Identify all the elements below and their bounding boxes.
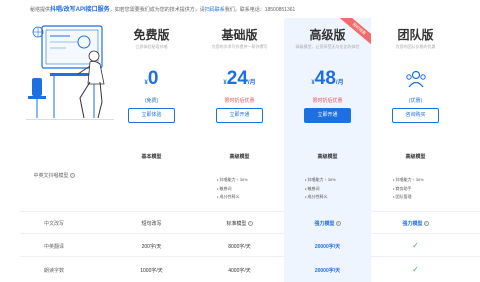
- feature-title: 高级模型: [317, 154, 338, 160]
- price-note: (优惠): [408, 98, 423, 104]
- plan-title: 免费版: [133, 28, 170, 42]
- feature-item: 团队管理: [393, 193, 424, 202]
- cell-value: 20000字/天: [314, 268, 341, 274]
- api-service-link[interactable]: 抖唱/改写API接口服务: [50, 7, 110, 13]
- top-info-bar: 秘塔提供抖唱/改写API接口服务，如若您需要我们成为您的技术提供方，请扫码联系我…: [30, 4, 295, 16]
- team-icon: [406, 70, 426, 88]
- subscribe-premium-button[interactable]: 立即开通: [304, 108, 351, 123]
- feature-item: 成分性释义: [217, 193, 248, 202]
- feature-item: 商务助手: [393, 185, 424, 194]
- cell-value: 强力模型?: [402, 221, 429, 227]
- check-icon: ✓: [412, 265, 419, 274]
- contact-link[interactable]: 扫码联系: [205, 7, 225, 13]
- topbar-pre: 秘塔提供: [30, 7, 51, 13]
- plan-subtitle: 为您的学术写作提供一帮你撰写: [211, 44, 268, 49]
- check-icon: ✓: [412, 241, 419, 250]
- feature-item: 抖唱能力 ↑ 30%: [305, 176, 336, 185]
- feature-item: 敏感词: [305, 185, 336, 194]
- row-label-read: 朗读字数: [43, 268, 64, 274]
- feature-item: 敏感词: [217, 185, 248, 194]
- plan-subtitle: 立即体验秘塔抖唱: [135, 44, 168, 49]
- help-icon[interactable]: ?: [335, 221, 341, 227]
- cell-value: 8000字/天: [228, 244, 251, 250]
- cell-value: 标准模型?: [226, 221, 253, 227]
- topbar-mid: ，如若您需要我们成为您的技术提供方，请: [109, 7, 205, 13]
- cell-value: 4000字/天: [228, 268, 251, 274]
- feature-item: 抖唱能力 ↑ 30%: [217, 176, 248, 185]
- office-illustration: [26, 25, 114, 120]
- help-icon[interactable]: ?: [247, 221, 253, 227]
- feature-list: 抖唱能力 ↑ 30% 商务助手 团队管理: [393, 176, 424, 202]
- subscribe-basic-button[interactable]: 立即开通: [216, 108, 263, 123]
- price-note: 限时折后优惠: [224, 98, 255, 104]
- cell-value: 20000字/天: [314, 244, 341, 250]
- price-note: 限时折后优惠: [312, 98, 343, 104]
- feature-list: 抖唱能力 ↑ 30% 敏感词 成分性释义: [305, 176, 336, 202]
- price-note: (免费): [144, 98, 159, 104]
- plan-price: ¥24/月: [223, 68, 256, 89]
- cell-value: 短句改写: [141, 221, 162, 227]
- try-now-button[interactable]: 立即体验: [128, 108, 175, 123]
- feature-title: 高级模型: [405, 154, 426, 160]
- contact-sales-button[interactable]: 咨询购买: [392, 108, 439, 123]
- feature-title: 高级模型: [229, 154, 250, 160]
- row-label-translate: 中英翻译: [43, 244, 64, 250]
- topbar-post: 我们。联系电话：18500851361: [224, 7, 296, 13]
- help-icon[interactable]: ?: [423, 221, 429, 227]
- plan-title: 基础版: [221, 28, 258, 42]
- plan-price: ¥48/月: [311, 68, 344, 89]
- plan-title: 团队版: [397, 28, 434, 42]
- plan-subtitle: 高级模型，让您享受无与伦比的体验: [295, 44, 360, 49]
- feature-item: 成分性释义: [305, 193, 336, 202]
- plan-subtitle: 为您的团队价格的优惠: [395, 44, 436, 49]
- plan-price: ¥0: [144, 68, 159, 89]
- help-icon[interactable]: ?: [69, 173, 75, 179]
- cell-value: 强力模型?: [314, 221, 341, 227]
- feature-item: 抖唱能力 ↑ 30%: [393, 176, 424, 185]
- cell-value: 200字/天: [141, 244, 162, 250]
- row-label-rewrite: 中文改写: [43, 221, 64, 227]
- cell-value: 1000字/天: [140, 268, 163, 274]
- row-label-model: 中英文抖唱模型?: [33, 173, 75, 179]
- plan-title: 高级版: [309, 28, 346, 42]
- feature-list: 抖唱能力 ↑ 30% 敏感词 成分性释义: [217, 176, 248, 202]
- feature-title: 基本模型: [141, 154, 162, 160]
